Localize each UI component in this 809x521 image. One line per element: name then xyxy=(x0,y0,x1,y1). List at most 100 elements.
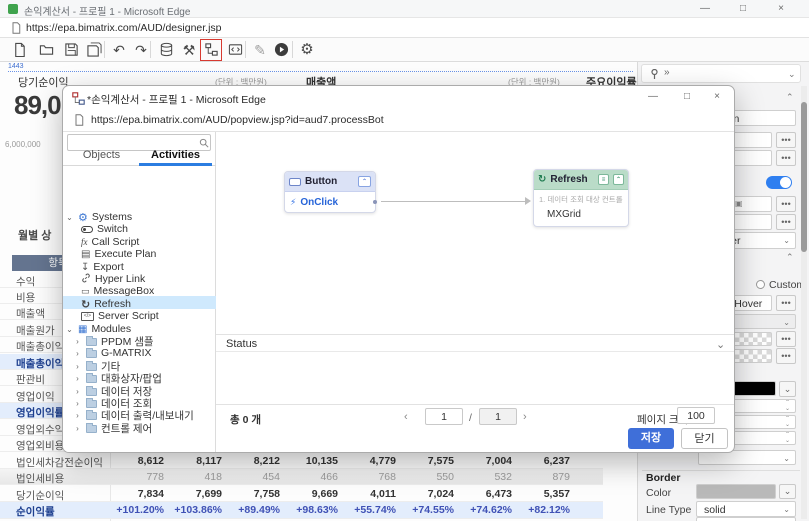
toggle-switch-on[interactable] xyxy=(766,176,792,189)
stepper-arrows[interactable]: ⌃⌄ xyxy=(783,432,792,444)
tree-item-hyper-link[interactable]: Hyper Link xyxy=(81,273,145,285)
stepper-arrows[interactable]: ⌃⌄ xyxy=(783,400,792,412)
refresh-node-target[interactable]: MXGrid xyxy=(547,209,624,220)
run-icon[interactable] xyxy=(272,41,290,59)
build-tools-icon[interactable]: ⚒ xyxy=(180,41,198,59)
custom-radio[interactable] xyxy=(756,280,765,289)
ellipsis-button[interactable]: ••• xyxy=(776,196,796,212)
expander-icon[interactable]: ⌄ xyxy=(65,325,74,334)
collapse-node-icon[interactable]: ⌃ xyxy=(613,174,624,185)
save-button[interactable]: 저장 xyxy=(628,428,674,449)
onclick-event[interactable]: OnClick xyxy=(300,197,338,208)
dialog-urlbar[interactable]: https://epa.bimatrix.com/AUD/popview.jsp… xyxy=(63,109,735,132)
expander-icon[interactable]: › xyxy=(73,387,82,396)
panel-scrollbar[interactable] xyxy=(801,86,807,519)
node-menu-icon[interactable]: ≡ xyxy=(598,174,609,185)
redo-icon[interactable]: ↷ xyxy=(132,41,150,59)
tree-folder-data-export[interactable]: ›데이터 출력/내보내기 xyxy=(73,409,194,421)
scrollbar-thumb[interactable] xyxy=(801,102,807,252)
tree-item-switch[interactable]: Switch xyxy=(81,223,128,235)
kpi-value: 89,0 xyxy=(14,90,61,121)
expander-icon[interactable]: › xyxy=(73,411,82,420)
border-color-swatch[interactable] xyxy=(696,484,776,499)
expand-panel-icon[interactable]: » xyxy=(664,67,670,78)
tree-folder-gmatrix[interactable]: ›G-MATRIX xyxy=(73,347,152,359)
tree-item-messagebox[interactable]: ▭MessageBox xyxy=(81,285,154,297)
collapse-node-icon[interactable]: ⌃ xyxy=(358,176,371,187)
edit-icon[interactable]: ✎ xyxy=(251,41,269,59)
page-icon xyxy=(10,22,22,34)
ellipsis-button[interactable]: ••• xyxy=(776,132,796,148)
page-divider: / xyxy=(469,412,472,424)
total-pages-input[interactable] xyxy=(479,408,517,425)
ellipsis-button[interactable]: ••• xyxy=(776,331,796,347)
link-icon xyxy=(81,273,91,286)
undo-icon[interactable]: ↶ xyxy=(110,41,128,59)
dialog-maximize-button[interactable]: □ xyxy=(675,90,699,104)
main-urlbar[interactable]: https://epa.bimatrix.com/AUD/designer.js… xyxy=(0,18,809,38)
refresh-node-header[interactable]: ↻ Refresh ≡ ⌃ xyxy=(534,170,628,190)
modules-icon: ▦ xyxy=(78,324,87,335)
tree-folder-ppdm[interactable]: ›PPDM 샘플 xyxy=(73,335,154,347)
swatch-dropdown-button[interactable]: ⌄ xyxy=(779,484,796,499)
line-type-dropdown[interactable]: solid⌄ xyxy=(696,501,796,517)
settings-gear-icon[interactable]: ⚙ xyxy=(298,41,316,59)
page-size-input[interactable] xyxy=(677,407,715,424)
chevron-down-icon[interactable]: ⌄ xyxy=(788,69,796,80)
close-button[interactable]: × xyxy=(769,2,793,16)
tree-item-execute-plan[interactable]: ▤Execute Plan xyxy=(81,248,156,260)
minimize-button[interactable]: — xyxy=(693,2,717,16)
open-icon[interactable] xyxy=(37,41,55,59)
button-node[interactable]: Button ⌃ ⚡ OnClick xyxy=(284,171,376,213)
expander-icon[interactable]: › xyxy=(73,349,82,358)
output-port[interactable] xyxy=(373,200,377,204)
refresh-node[interactable]: ↻ Refresh ≡ ⌃ 1. 데이터 조회 대상 컨트롤 목록 MXGrid xyxy=(533,169,629,227)
save-icon[interactable] xyxy=(62,41,80,59)
database-icon[interactable] xyxy=(157,41,175,59)
next-page-icon[interactable]: › xyxy=(523,411,527,423)
tree-folder-control[interactable]: ›컨트롤 제어 xyxy=(73,422,152,434)
app-icon xyxy=(8,4,18,14)
button-node-header[interactable]: Button ⌃ xyxy=(285,172,375,192)
new-file-icon[interactable] xyxy=(10,41,28,59)
dialog-close-button[interactable]: × xyxy=(705,90,729,104)
expander-icon[interactable]: › xyxy=(73,424,82,433)
code-view-icon[interactable] xyxy=(226,41,244,59)
tree-item-server-script[interactable]: </>Server Script xyxy=(81,310,159,322)
prev-page-icon[interactable]: ‹ xyxy=(404,411,408,423)
y-axis-tick: 6,000,000 xyxy=(5,140,41,149)
tree-item-call-script[interactable]: fxCall Script xyxy=(81,236,139,248)
main-url[interactable]: https://epa.bimatrix.com/AUD/designer.js… xyxy=(26,22,222,34)
pin-icon[interactable] xyxy=(650,69,659,80)
tab-objects[interactable]: Objects xyxy=(65,146,138,165)
tree-node-systems[interactable]: ⌄⚙Systems xyxy=(65,211,132,223)
dialog-close-footer-button[interactable]: 닫기 xyxy=(681,428,728,449)
ellipsis-button[interactable]: ••• xyxy=(776,214,796,230)
current-page-input[interactable] xyxy=(425,408,463,425)
expander-icon[interactable]: › xyxy=(73,362,82,371)
stepper-arrows[interactable]: ⌃⌄ xyxy=(783,416,792,428)
dialog-url[interactable]: https://epa.bimatrix.com/AUD/popview.jsp… xyxy=(91,114,384,126)
swatch-dropdown-button[interactable]: ⌄ xyxy=(779,381,796,397)
expander-icon[interactable]: ⌄ xyxy=(65,213,74,222)
dialog-minimize-button[interactable]: — xyxy=(641,90,665,104)
chevron-down-icon[interactable]: ⌄ xyxy=(716,338,725,351)
thickness-input[interactable]: 1,1,1,1 xyxy=(696,517,796,521)
tree-folder-dialog-popup[interactable]: ›대화상자/팝업 xyxy=(73,372,162,384)
tree-item-refresh[interactable]: ↻Refresh xyxy=(81,298,131,310)
section-collapse-icon[interactable]: ⌃ xyxy=(786,252,794,263)
ellipsis-button[interactable]: ••• xyxy=(776,295,796,311)
selection-width-label: 1443 xyxy=(8,63,24,70)
section-collapse-icon[interactable]: ⌃ xyxy=(786,92,794,103)
process-designer-icon[interactable] xyxy=(202,41,220,59)
button-icon xyxy=(289,178,301,186)
maximize-button[interactable]: □ xyxy=(731,2,755,16)
ellipsis-button[interactable]: ••• xyxy=(776,150,796,166)
save-all-icon[interactable] xyxy=(85,41,103,59)
status-section-header[interactable]: Status ⌄ xyxy=(216,334,735,352)
expander-icon[interactable]: › xyxy=(73,337,82,346)
tree-item-export[interactable]: ↧Export xyxy=(81,261,124,273)
expander-icon[interactable]: › xyxy=(73,374,82,383)
expander-icon[interactable]: › xyxy=(73,399,82,408)
ellipsis-button[interactable]: ••• xyxy=(776,348,796,364)
